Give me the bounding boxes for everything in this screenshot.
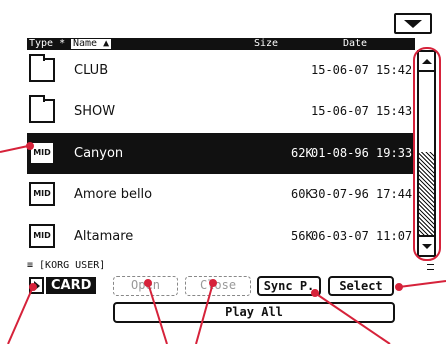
file-size: 62K <box>291 146 313 160</box>
list-item[interactable]: SHOW 15-06-07 15:43 <box>27 91 415 132</box>
file-date: 06-03-07 11:07 <box>311 229 413 243</box>
page-menu-button[interactable] <box>394 13 432 34</box>
midi-icon-text: MID <box>33 231 51 240</box>
column-name[interactable]: Name ▲ <box>71 39 112 49</box>
file-size: 60K <box>291 187 313 201</box>
column-date[interactable]: Date <box>343 38 367 50</box>
midi-file-icon: MID <box>29 182 55 206</box>
midi-file-icon: MID <box>29 141 55 165</box>
scroll-up-button[interactable] <box>419 52 434 72</box>
arrow-right-icon <box>33 280 40 291</box>
file-list: CLUB 15-06-07 15:42 SHOW 15-06-07 15:43 … <box>27 50 415 258</box>
file-date: 15-06-07 15:43 <box>311 104 413 118</box>
file-name: SHOW <box>74 104 116 119</box>
file-date: 01-08-96 19:33 <box>311 146 413 160</box>
file-name: Amore bello <box>74 187 153 202</box>
arrow-up-icon <box>421 58 432 64</box>
open-button[interactable]: Open <box>113 276 178 296</box>
list-item[interactable]: MID Amore bello 60K 30-07-96 17:44 <box>27 174 415 215</box>
chevron-down-icon <box>404 19 422 28</box>
current-path: ≡ [KORG USER] <box>27 260 106 271</box>
select-button[interactable]: Select <box>328 276 394 296</box>
file-date: 15-06-07 15:42 <box>311 63 413 77</box>
midi-icon-text: MID <box>33 148 51 157</box>
file-name: Altamare <box>74 229 134 244</box>
column-size[interactable]: Size <box>254 38 278 50</box>
list-item-selected[interactable]: MID Canyon 62K 01-08-96 19:33 <box>27 133 415 174</box>
folder-icon <box>29 95 55 123</box>
scrollbar[interactable] <box>417 50 436 257</box>
column-type[interactable]: Type * <box>29 38 65 50</box>
file-browser-screen: Type * Name ▲ Size Date CLUB 15-06-07 15… <box>27 0 436 325</box>
column-header: Type * Name ▲ Size Date <box>27 38 415 50</box>
play-all-button[interactable]: Play All <box>113 302 395 323</box>
device-select-button[interactable] <box>29 277 44 294</box>
list-item[interactable]: MID Altamare 56K 06-03-07 11:07 <box>27 216 415 257</box>
callout-line-file <box>0 145 29 153</box>
file-size: 56K <box>291 229 313 243</box>
file-name: Canyon <box>74 146 124 161</box>
midi-icon-text: MID <box>33 189 51 198</box>
folder-icon <box>29 54 55 82</box>
file-name: CLUB <box>74 63 109 78</box>
arrow-down-icon <box>421 243 432 249</box>
divider <box>427 264 434 270</box>
midi-file-icon: MID <box>29 224 55 248</box>
top-bar <box>27 0 436 34</box>
close-button[interactable]: Close <box>185 276 251 296</box>
scroll-thumb[interactable] <box>419 72 434 152</box>
sync-p-button[interactable]: Sync P. <box>257 276 321 296</box>
scroll-down-button[interactable] <box>419 235 434 255</box>
device-label: CARD <box>46 277 97 294</box>
file-date: 30-07-96 17:44 <box>311 187 413 201</box>
list-item[interactable]: CLUB 15-06-07 15:42 <box>27 50 415 91</box>
